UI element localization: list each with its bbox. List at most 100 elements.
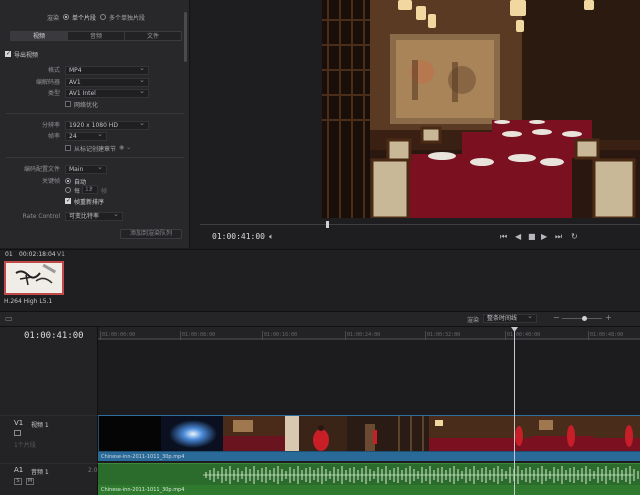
zoom-out-icon[interactable]: − — [553, 313, 560, 322]
ruler-tick — [505, 331, 506, 340]
go-to-start-icon[interactable]: ⏮ — [500, 232, 507, 242]
resolution-select[interactable]: 1920 x 1080 HD — [65, 120, 149, 130]
clip-index: 01 — [5, 251, 13, 258]
audio-clip-name: Chinese-inn-2011-1011_30p.mp4 — [101, 487, 185, 493]
add-to-render-queue-button[interactable]: 添加到渲染队列 — [120, 229, 182, 239]
single-clip-label: 单个片段 — [72, 15, 97, 22]
keyframe-count-field[interactable]: 12 — [82, 184, 98, 194]
filmstrip-frame — [223, 416, 285, 451]
a1-mute-button[interactable]: M — [26, 478, 34, 485]
chapter-checkbox[interactable] — [65, 145, 71, 151]
tab-file[interactable]: 文件 — [124, 31, 182, 41]
keyframe-auto-radio[interactable] — [65, 178, 71, 184]
filmstrip-frame — [429, 416, 475, 451]
resolution-label: 分辨率 — [41, 122, 60, 129]
video-clip-name: Chinese-inn-2011-1011_30p.mp4 — [101, 454, 185, 460]
ruler-label: 01:00:16:00 — [264, 332, 298, 338]
v1-monitor-icon[interactable] — [14, 430, 21, 436]
interior-frame-image — [223, 416, 285, 451]
calligraphy-thumbnail-image — [6, 263, 62, 293]
timeline-options-icon[interactable]: ▭ — [5, 314, 13, 323]
rate-control-label: Rate Control — [22, 213, 60, 220]
timeline-timecode: 01:00:41:00 — [24, 331, 84, 341]
framerate-label: 帧率 — [47, 133, 60, 140]
v1-track-id: V1 — [14, 419, 24, 427]
a1-solo-button[interactable]: S — [14, 478, 22, 485]
ruler-label: 01:00:08:00 — [182, 332, 216, 338]
restaurant-frame-image — [531, 416, 593, 451]
v1-track-name: 视频 1 — [31, 422, 49, 429]
a1-track-id: A1 — [14, 466, 24, 474]
clip-thumbnail[interactable] — [4, 261, 64, 295]
play-icon[interactable]: ▶ — [541, 232, 547, 241]
a1-track-name: 音频 1 — [31, 469, 49, 476]
render-settings-panel: 渲染 单个片段 多个单独片段 视频 音频 文件 导出视频 格式 MP4 编解码器… — [0, 0, 190, 248]
speaker-icon[interactable]: 🔈︎ — [269, 232, 274, 242]
viewer-scrubber[interactable] — [200, 224, 640, 225]
clip-timecode: 00:02:18:04 — [19, 251, 56, 258]
flare-frame-image — [169, 420, 217, 448]
zoom-in-icon[interactable]: + — [605, 313, 612, 322]
corridor-frame-image — [347, 416, 393, 451]
type-label: 类型 — [47, 90, 60, 97]
frame-reorder-checkbox[interactable] — [65, 197, 71, 204]
ruler-label: 01:00:00:00 — [102, 332, 136, 338]
v1-track-info: 1个片段 — [14, 442, 36, 449]
filmstrip-frame — [161, 416, 223, 451]
scrubber-handle[interactable] — [326, 221, 329, 228]
profile-select[interactable]: Main — [65, 164, 107, 174]
single-clip-radio[interactable] — [63, 14, 69, 20]
keyframe-every-radio[interactable] — [65, 187, 71, 193]
frame-reorder-label: 帧重新排序 — [74, 199, 105, 206]
render-range-select[interactable]: 整条时间线 — [483, 313, 537, 323]
network-optimize-label: 网络优化 — [74, 102, 99, 109]
keyframe-every-label: 每 — [74, 188, 81, 195]
keyframe-label: 关键帧 — [41, 178, 60, 185]
profile-label: 编码配置文件 — [23, 166, 60, 173]
go-to-end-icon[interactable]: ⏭ — [555, 232, 562, 242]
filmstrip-frame — [285, 416, 347, 451]
zoom-slider-handle[interactable] — [582, 316, 587, 321]
tab-video[interactable]: 视频 — [10, 31, 68, 41]
chapter-label: 从标记创建章节 — [74, 146, 117, 153]
ruler-label: 01:00:40:00 — [507, 332, 541, 338]
rate-control-select[interactable]: 可变比特率 — [65, 211, 123, 221]
framerate-select[interactable]: 24 — [65, 131, 107, 141]
dining-frame-image — [429, 416, 475, 451]
filmstrip-frame — [347, 416, 393, 451]
format-label: 格式 — [47, 67, 60, 74]
export-video-label: 导出视频 — [14, 52, 39, 59]
a1-channels: 2.0 — [88, 467, 98, 474]
woman-red-dress-frame-image — [285, 416, 347, 451]
playhead[interactable] — [514, 327, 515, 495]
multiple-clips-label: 多个单独片段 — [109, 15, 146, 22]
codec-label: 编解码器 — [35, 79, 60, 86]
format-select[interactable]: MP4 — [65, 65, 149, 75]
panel-scrollbar[interactable] — [184, 12, 187, 62]
loop-icon[interactable]: ↻ — [571, 232, 578, 241]
lattice-frame-image — [393, 416, 429, 451]
tab-audio[interactable]: 音频 — [67, 31, 125, 41]
ruler-tick — [262, 331, 263, 340]
export-video-checkbox[interactable] — [5, 50, 11, 57]
dining-red-frame-image — [475, 416, 531, 451]
clip-bin — [0, 249, 640, 311]
chapter-options-icon[interactable]: ◉ ⌄ — [119, 144, 131, 151]
filmstrip-frame — [531, 416, 593, 451]
type-select[interactable]: AV1 Intel — [65, 88, 149, 98]
stop-icon[interactable]: ■ — [528, 232, 536, 241]
section-divider — [6, 113, 184, 114]
filmstrip-frame — [393, 416, 429, 451]
network-optimize-checkbox[interactable] — [65, 101, 71, 107]
section-divider — [6, 157, 184, 158]
video-preview — [322, 0, 640, 218]
woman-frame-image — [593, 416, 640, 451]
multiple-clips-radio[interactable] — [100, 14, 106, 20]
codec-select[interactable]: AV1 — [65, 77, 149, 87]
clip-codec: H.264 High L5.1 — [4, 298, 53, 305]
render-label: 渲染 — [47, 15, 60, 22]
viewer-timecode: 01:00:41:00 — [212, 232, 265, 241]
timeline-toolbar — [0, 311, 640, 327]
reverse-icon[interactable]: ◀ — [515, 232, 521, 241]
ruler-tick — [588, 331, 589, 340]
